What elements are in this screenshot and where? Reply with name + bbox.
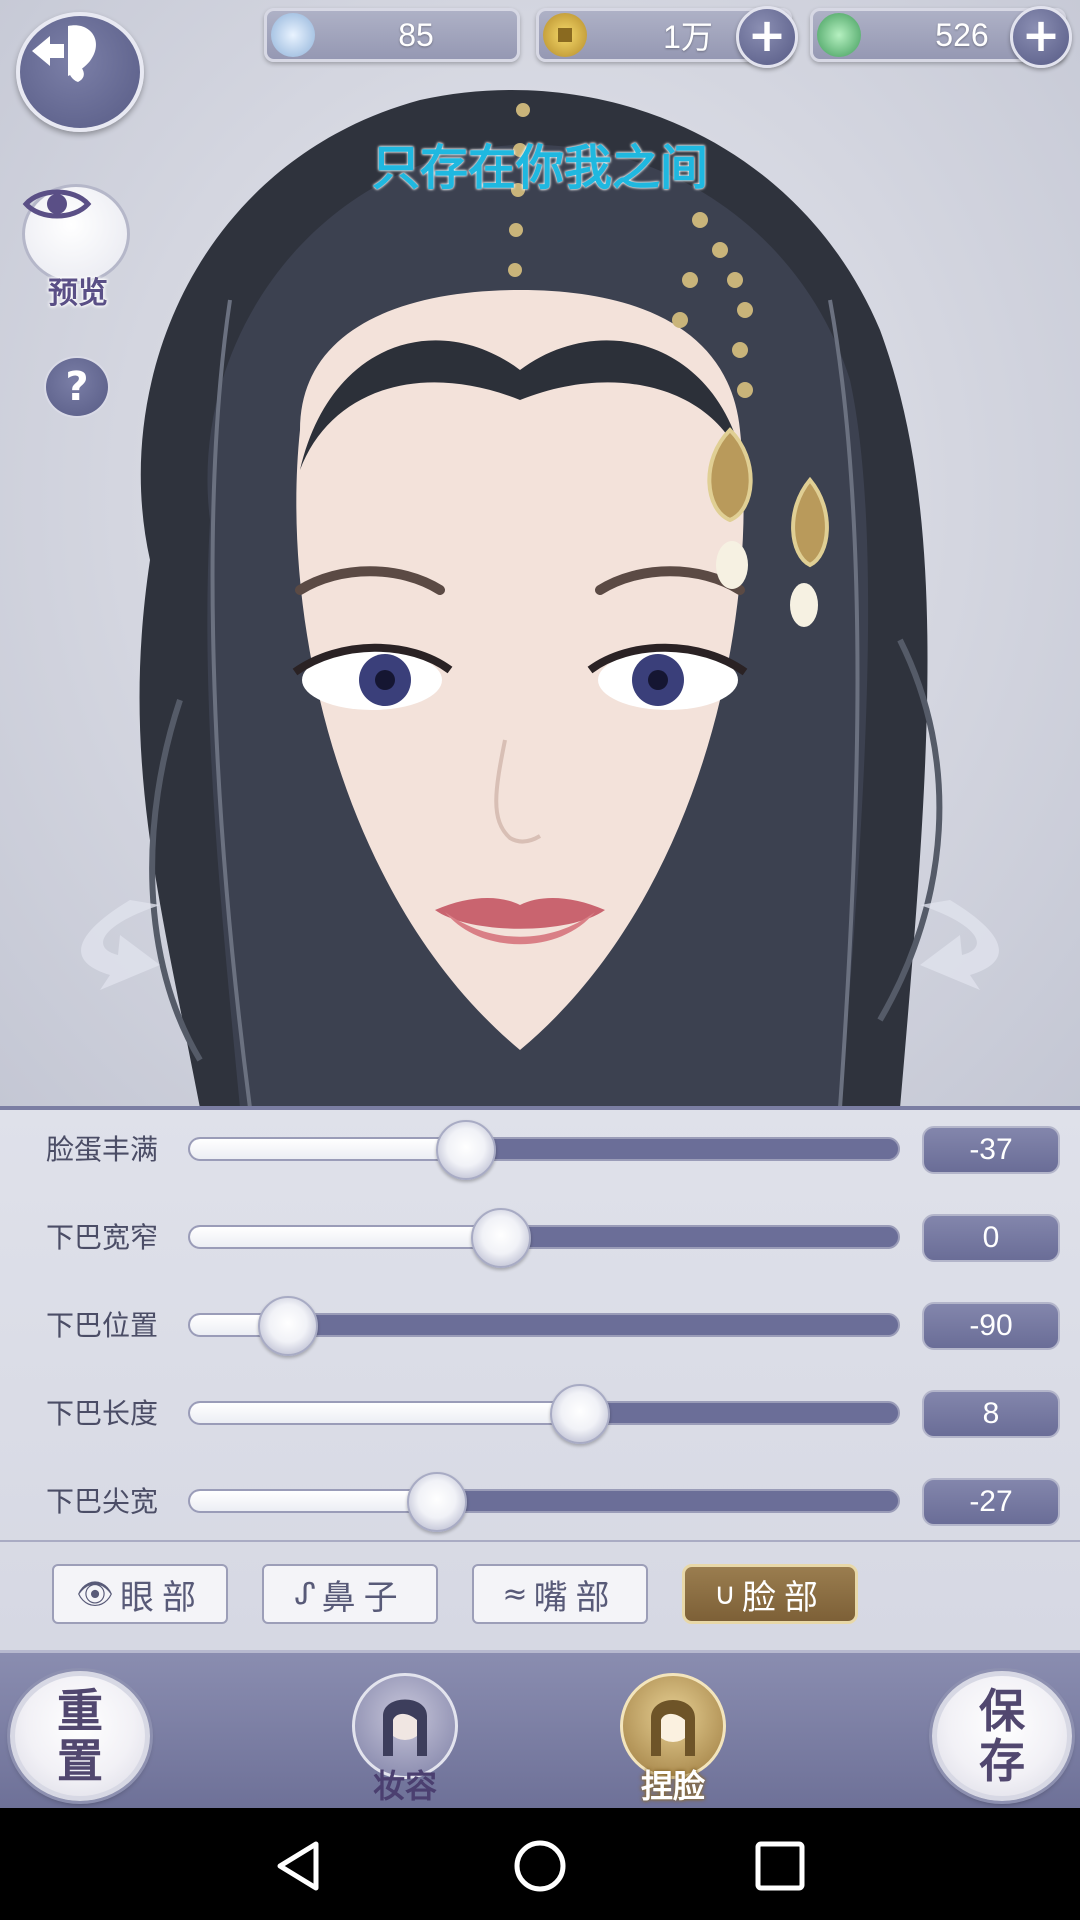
panel-divider bbox=[0, 1540, 1080, 1542]
slider-label: 下巴长度 bbox=[46, 1397, 159, 1430]
tab-eyes[interactable]: 👁 眼部 bbox=[52, 1564, 228, 1624]
slider-label: 下巴宽窄 bbox=[46, 1221, 159, 1254]
voice-caption: 只存在你我之间 bbox=[371, 140, 708, 196]
slider-thumb[interactable] bbox=[471, 1208, 532, 1268]
jade-orb-icon bbox=[271, 13, 315, 57]
green-dragon-icon bbox=[817, 13, 861, 57]
preview-button[interactable]: 预览 bbox=[22, 184, 134, 311]
copper-coin-icon bbox=[543, 13, 587, 57]
slider-track[interactable] bbox=[188, 1489, 900, 1513]
reset-button[interactable]: 重置 bbox=[10, 1671, 150, 1801]
system-nav-bar bbox=[0, 1808, 1080, 1920]
face-slider-panel: 脸蛋丰满 -37 下巴宽窄 0 下巴位置 -90 下巴长度 8 下巴尖宽 -27… bbox=[0, 1106, 1080, 1650]
makeup-avatar-icon bbox=[383, 1699, 427, 1756]
slider-row-chin-width: 下巴宽窄 0 bbox=[0, 1208, 1080, 1268]
slider-row-chin-position: 下巴位置 -90 bbox=[0, 1296, 1080, 1356]
save-button[interactable]: 保存 bbox=[932, 1671, 1072, 1801]
back-triangle-icon[interactable] bbox=[272, 1838, 328, 1894]
tab-label: 脸部 bbox=[741, 1577, 826, 1618]
tab-label: 眼部 bbox=[120, 1577, 205, 1618]
tab-nose[interactable]: ᔑ 鼻子 bbox=[262, 1564, 438, 1624]
mouth-icon: ≈ bbox=[502, 1576, 528, 1612]
add-coin-button[interactable]: + bbox=[736, 6, 798, 68]
slider-thumb[interactable] bbox=[435, 1120, 496, 1180]
slider-thumb[interactable] bbox=[549, 1384, 610, 1444]
reset-label: 重置 bbox=[57, 1684, 103, 1788]
face-edit-label: 捏脸 bbox=[640, 1767, 705, 1805]
makeup-label: 妆容 bbox=[372, 1767, 437, 1805]
slider-value: -90 bbox=[922, 1302, 1060, 1350]
face-avatar-icon bbox=[651, 1700, 695, 1756]
add-dragon-button[interactable]: + bbox=[1010, 6, 1072, 68]
slider-label: 下巴位置 bbox=[46, 1309, 159, 1342]
slider-label: 脸蛋丰满 bbox=[46, 1133, 159, 1166]
slider-value: 8 bbox=[922, 1390, 1060, 1438]
slider-track[interactable] bbox=[188, 1401, 900, 1425]
slider-value: -37 bbox=[922, 1126, 1060, 1174]
preview-label: 预览 bbox=[48, 276, 108, 311]
slider-label: 下巴尖宽 bbox=[46, 1485, 159, 1518]
slider-row-chin-length: 下巴长度 8 bbox=[0, 1384, 1080, 1444]
back-button[interactable] bbox=[16, 12, 144, 132]
nose-icon: ᔑ bbox=[294, 1576, 316, 1612]
bottom-action-bar: 重置 妆容 捏脸 保存 bbox=[0, 1650, 1080, 1808]
help-button[interactable]: ? bbox=[44, 356, 110, 418]
character-viewport[interactable]: 只存在你我之间 预览 ? bbox=[0, 0, 1080, 1108]
slider-thumb[interactable] bbox=[407, 1472, 468, 1532]
recents-square-icon[interactable] bbox=[752, 1838, 808, 1894]
eye-icon: 👁 bbox=[75, 1576, 115, 1612]
slider-value: -27 bbox=[922, 1478, 1060, 1526]
currency-jade-value: 85 bbox=[398, 16, 434, 53]
slider-row-chin-tip-width: 下巴尖宽 -27 bbox=[0, 1472, 1080, 1532]
save-label: 保存 bbox=[979, 1684, 1025, 1788]
home-circle-icon[interactable] bbox=[512, 1838, 568, 1894]
slider-track[interactable] bbox=[188, 1137, 900, 1161]
tab-mouth[interactable]: ≈ 嘴部 bbox=[472, 1564, 648, 1624]
butterfly-back-icon bbox=[32, 25, 97, 82]
slider-track[interactable] bbox=[188, 1225, 900, 1249]
currency-jade: 85 bbox=[264, 8, 520, 62]
slider-thumb[interactable] bbox=[257, 1296, 318, 1356]
tab-label: 嘴部 bbox=[533, 1577, 618, 1618]
slider-row-face-fullness: 脸蛋丰满 -37 bbox=[0, 1120, 1080, 1180]
face-icon: ∪ bbox=[714, 1576, 736, 1612]
tab-face[interactable]: ∪ 脸部 bbox=[682, 1564, 858, 1624]
tab-label: 鼻子 bbox=[321, 1577, 406, 1618]
slider-value: 0 bbox=[922, 1214, 1060, 1262]
